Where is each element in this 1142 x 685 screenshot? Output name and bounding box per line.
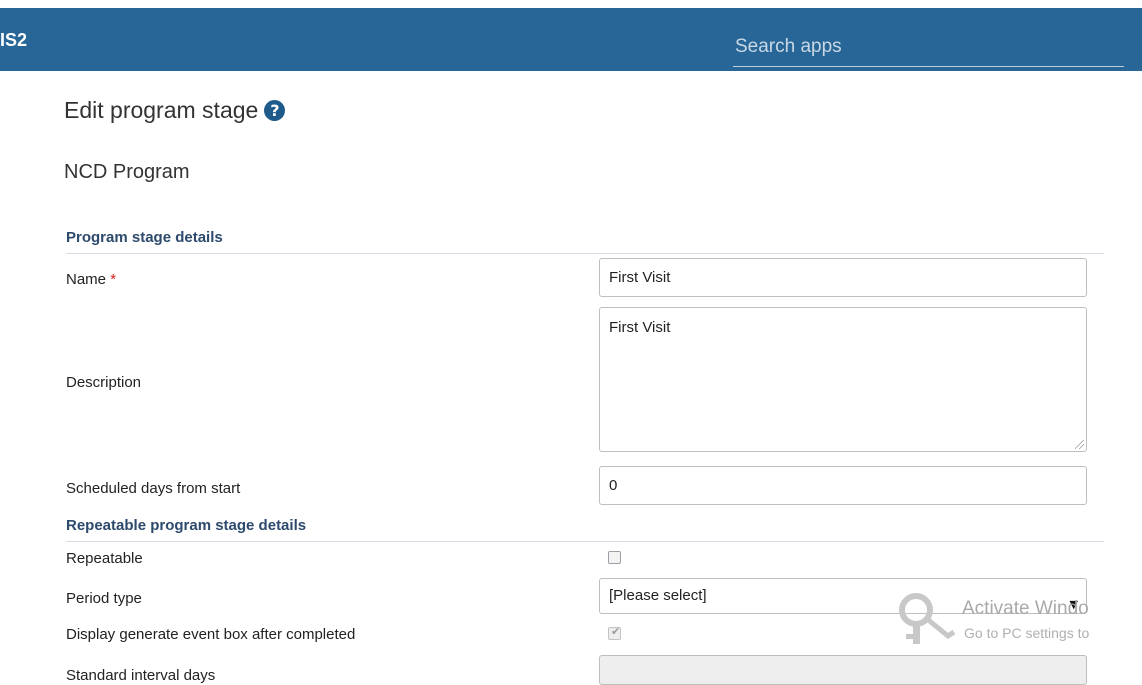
display-generate-event-label: Display generate event box after complet… <box>66 626 356 643</box>
display-generate-event-checkbox: ✔ <box>608 625 621 640</box>
search-apps-input[interactable]: Search apps <box>733 26 1124 67</box>
resize-grip-icon[interactable] <box>1075 440 1084 449</box>
top-bar: IS2 Search apps <box>0 8 1142 71</box>
standard-interval-days-label: Standard interval days <box>66 667 216 684</box>
app-brand[interactable]: IS2 <box>0 30 27 51</box>
page-title-text: Edit program stage <box>64 97 259 123</box>
description-value: First Visit <box>609 319 671 336</box>
question-circle-icon[interactable]: ? <box>264 100 286 121</box>
name-input[interactable] <box>599 258 1087 297</box>
watermark-title: Activate Windo <box>962 598 1089 619</box>
required-mark: * <box>110 271 117 288</box>
activation-watermark: Activate Windo Go to PC settings to <box>898 592 1142 646</box>
checkmark-icon: ✔ <box>611 625 621 638</box>
key-icon <box>899 593 956 644</box>
section-program-stage-details: Program stage details <box>66 229 1104 254</box>
repeatable-checkbox[interactable] <box>608 551 621 564</box>
search-placeholder: Search apps <box>735 36 842 57</box>
scheduled-days-input[interactable] <box>599 466 1087 505</box>
period-type-value: [Please select] <box>609 587 707 604</box>
description-label: Description <box>66 374 142 391</box>
repeatable-label: Repeatable <box>66 550 143 567</box>
scheduled-days-label: Scheduled days from start <box>66 480 241 497</box>
page-title: Edit program stage ? <box>64 97 286 124</box>
section-repeatable-details: Repeatable program stage details <box>66 517 1104 542</box>
standard-interval-days-input <box>599 655 1087 685</box>
program-name: NCD Program <box>64 161 190 183</box>
period-type-label: Period type <box>66 590 142 607</box>
watermark-subtitle: Go to PC settings to <box>964 625 1090 641</box>
description-textarea[interactable]: First Visit <box>599 307 1087 452</box>
name-label-text: Name <box>66 271 107 288</box>
name-label: Name * <box>66 271 116 288</box>
